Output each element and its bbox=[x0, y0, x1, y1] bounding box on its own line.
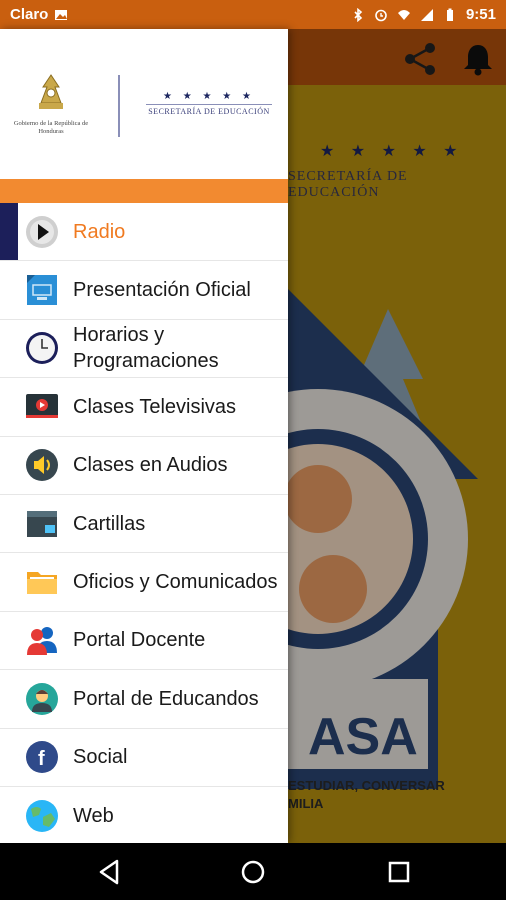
menu-item-portal-educandos[interactable]: Portal de Educandos bbox=[0, 670, 288, 729]
menu-label: Cartillas bbox=[73, 512, 146, 535]
booklet-icon bbox=[24, 506, 60, 542]
signal-icon bbox=[420, 8, 433, 21]
header-accent-bar bbox=[0, 179, 288, 203]
menu-label: Presentación Oficial bbox=[73, 279, 251, 302]
menu-item-oficios[interactable]: Oficios y Comunicados bbox=[0, 553, 288, 612]
clock-icon bbox=[24, 330, 60, 366]
menu-item-clases-audios[interactable]: Clases en Audios bbox=[0, 437, 288, 495]
menu-label: Radio bbox=[73, 220, 126, 243]
menu-label: Portal de Educandos bbox=[73, 687, 259, 710]
home-button-icon[interactable] bbox=[238, 857, 268, 887]
honduras-seal-icon bbox=[39, 74, 63, 109]
menu-item-presentacion-oficial[interactable]: Presentación Oficial bbox=[0, 261, 288, 320]
student-icon bbox=[24, 681, 60, 717]
globe-icon bbox=[24, 798, 60, 834]
menu-item-portal-docente[interactable]: Portal Docente bbox=[0, 612, 288, 671]
secretaria-caption: SECRETARÍA DE EDUCACIÓN bbox=[148, 107, 270, 116]
menu-label: Oficios y Comunicados bbox=[73, 571, 278, 594]
navigation-drawer: Gobierno de la República de Honduras ★ ★… bbox=[0, 29, 288, 846]
radio-icon bbox=[24, 214, 60, 250]
drawer-header: Gobierno de la República de Honduras ★ ★… bbox=[0, 29, 288, 179]
secretaria-line bbox=[146, 104, 272, 105]
menu-label: Web bbox=[73, 804, 114, 827]
secretaria-logo: ★ ★ ★ ★ ★ SECRETARÍA DE EDUCACIÓN bbox=[146, 91, 272, 116]
teachers-icon bbox=[24, 622, 60, 658]
presentation-icon bbox=[24, 272, 60, 308]
wifi-icon bbox=[397, 9, 410, 20]
menu-item-horarios[interactable]: Horarios y Programaciones bbox=[0, 320, 288, 379]
gov-logo-caption: Gobierno de la República de Honduras bbox=[13, 120, 89, 135]
menu-item-clases-televisivas[interactable]: Clases Televisivas bbox=[0, 378, 288, 437]
image-notification-icon bbox=[55, 9, 68, 20]
status-bar: Claro 9:51 bbox=[0, 0, 506, 29]
recents-button-icon[interactable] bbox=[384, 857, 414, 887]
menu-label: Horarios y Programaciones bbox=[73, 324, 219, 373]
folder-icon bbox=[24, 564, 60, 600]
menu-item-cartillas[interactable]: Cartillas bbox=[0, 495, 288, 554]
speaker-icon bbox=[24, 447, 60, 483]
government-logo: Gobierno de la República de Honduras bbox=[6, 73, 96, 136]
back-button-icon[interactable] bbox=[95, 857, 125, 887]
secretaria-stars: ★ ★ ★ ★ ★ bbox=[163, 91, 255, 102]
drawer-menu: Radio Presentación Oficial Horarios y Pr… bbox=[0, 203, 288, 846]
menu-item-social[interactable]: f Social bbox=[0, 729, 288, 787]
bluetooth-icon bbox=[354, 7, 363, 22]
tv-icon bbox=[24, 389, 60, 425]
svg-text:f: f bbox=[38, 748, 45, 770]
clock-time: 9:51 bbox=[465, 6, 496, 23]
menu-item-radio[interactable]: Radio bbox=[0, 203, 288, 262]
menu-label: Portal Docente bbox=[73, 629, 206, 652]
menu-item-web[interactable]: Web bbox=[0, 787, 288, 846]
system-navigation-bar bbox=[0, 843, 506, 900]
menu-label: Social bbox=[73, 746, 128, 769]
facebook-icon: f bbox=[24, 739, 60, 775]
menu-label: Clases Televisivas bbox=[73, 395, 237, 418]
logo-divider bbox=[118, 75, 120, 137]
carrier-name: Claro bbox=[10, 6, 49, 23]
alarm-icon bbox=[375, 9, 387, 21]
battery-icon bbox=[446, 8, 453, 21]
menu-label: Clases en Audios bbox=[73, 454, 228, 477]
